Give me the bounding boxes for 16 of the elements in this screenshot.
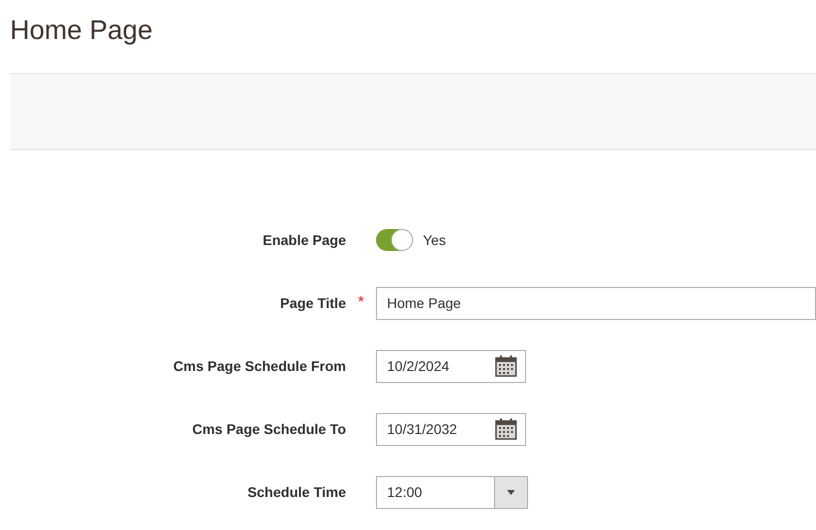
date-field[interactable]: 10/31/2032 [376, 412, 526, 446]
time-select[interactable]: 12:00 [376, 476, 528, 508]
field-label: Enable Page [262, 230, 346, 250]
field-label: Cms Page Schedule To [192, 420, 346, 439]
calendar-icon[interactable] [495, 355, 517, 377]
calendar-icon[interactable] [495, 418, 517, 440]
required-mark: * [358, 293, 364, 313]
caret-icon [507, 490, 515, 494]
field-label: Page Title [280, 294, 346, 313]
toggle-label: Yes [423, 230, 446, 250]
page-title: Home Page [10, 14, 153, 47]
field-label: Cms Page Schedule From [173, 356, 346, 376]
date-field[interactable]: 10/2/2024 [376, 350, 526, 382]
input-field[interactable]: Home Page [376, 286, 816, 320]
toggle-switch[interactable] [376, 229, 413, 251]
field-label: Schedule Time [247, 482, 346, 502]
